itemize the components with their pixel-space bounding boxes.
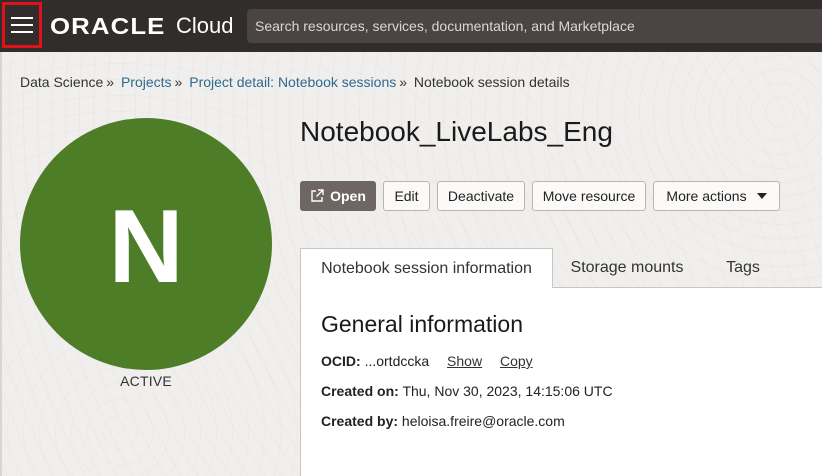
ocid-row: OCID: ...ortdccka Show Copy (321, 353, 533, 369)
breadcrumb-root: Data Science (20, 74, 104, 90)
menu-line (11, 17, 33, 19)
top-bar: ORACLE Cloud Search resources, services,… (0, 0, 822, 52)
created-by-row: Created by: heloisa.freire@oracle.com (321, 413, 565, 429)
ocid-show-link[interactable]: Show (447, 353, 482, 369)
external-link-icon (311, 189, 324, 202)
tab-tags[interactable]: Tags (706, 248, 780, 288)
menu-line (11, 31, 33, 33)
breadcrumb: Data Science» Projects» Project detail: … (20, 74, 570, 90)
ocid-value: ...ortdccka (364, 353, 430, 369)
page-title: Notebook_LiveLabs_Eng (300, 116, 613, 147)
status-label: ACTIVE (120, 373, 172, 389)
ocid-copy-link[interactable]: Copy (500, 353, 533, 369)
move-resource-button[interactable]: Move resource (532, 181, 646, 211)
edit-button[interactable]: Edit (383, 181, 430, 211)
ocid-label: OCID: (321, 353, 361, 369)
menu-line (11, 24, 33, 26)
search-input[interactable]: Search resources, services, documentatio… (247, 9, 822, 43)
notebook-avatar: N (20, 118, 272, 370)
breadcrumb-link-project-detail[interactable]: Project detail: Notebook sessions (189, 74, 396, 90)
deactivate-button[interactable]: Deactivate (437, 181, 525, 211)
more-actions-label: More actions (666, 188, 747, 204)
oracle-cloud-logo[interactable]: ORACLE Cloud (50, 12, 233, 40)
open-button-label: Open (330, 188, 366, 204)
open-button[interactable]: Open (300, 181, 376, 211)
avatar-letter: N (108, 189, 184, 305)
tab-notebook-session-information[interactable]: Notebook session information (300, 248, 553, 289)
created-on-row: Created on: Thu, Nov 30, 2023, 14:15:06 … (321, 383, 613, 399)
breadcrumb-separator: » (399, 74, 408, 90)
caret-down-icon (756, 193, 767, 199)
tab-storage-mounts[interactable]: Storage mounts (562, 248, 692, 288)
logo-brand: ORACLE (50, 12, 166, 39)
tab-strip: Notebook session information Storage mou… (300, 248, 822, 289)
breadcrumb-current: Notebook session details (413, 74, 570, 90)
left-divider (0, 52, 2, 476)
created-by-value: heloisa.freire@oracle.com (401, 413, 565, 429)
hamburger-menu-icon[interactable] (2, 2, 42, 48)
more-actions-button[interactable]: More actions (653, 181, 780, 211)
breadcrumb-separator: » (174, 74, 183, 90)
general-information-heading: General information (321, 311, 523, 337)
breadcrumb-separator: » (106, 74, 115, 90)
created-on-label: Created on: (321, 383, 399, 399)
created-on-value: Thu, Nov 30, 2023, 14:15:06 UTC (402, 383, 613, 399)
created-by-label: Created by: (321, 413, 399, 429)
breadcrumb-link-projects[interactable]: Projects (121, 74, 172, 90)
